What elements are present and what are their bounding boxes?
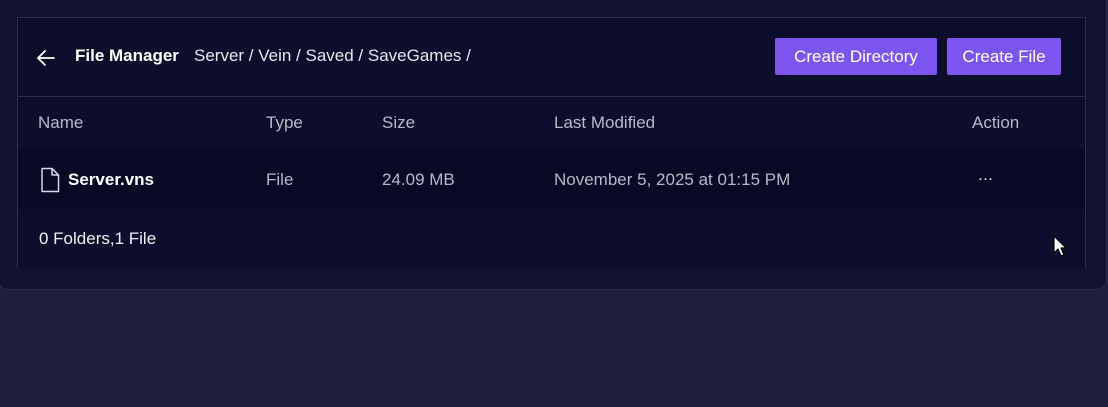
table-row[interactable]: Server.vns File 24.09 MB November 5, 202… [18,149,1085,209]
mouse-cursor-icon [1053,235,1067,257]
file-size: 24.09 MB [382,170,455,189]
file-name[interactable]: Server.vns [68,170,154,190]
file-manager-panel: File Manager Server / Vein / Saved / Sav… [17,17,1086,269]
more-actions-icon[interactable]: … [974,167,996,189]
column-header-action: Action [972,113,1020,132]
column-header-type[interactable]: Type [266,113,303,133]
folder-file-count: 0 Folders,1 File [39,229,157,248]
table-header: Name Type Size Last Modified Action [18,97,1085,149]
create-file-button[interactable]: Create File [947,38,1061,75]
breadcrumb[interactable]: Server / Vein / Saved / SaveGames / [194,46,471,66]
file-last-modified: November 5, 2025 at 01:15 PM [554,170,791,189]
table-footer: 0 Folders,1 File [18,209,1085,269]
create-directory-button[interactable]: Create Directory [775,38,937,75]
column-header-last-modified[interactable]: Last Modified [554,113,655,133]
file-icon [41,167,60,193]
column-header-name[interactable]: Name [38,113,83,133]
column-header-size[interactable]: Size [382,113,415,133]
file-manager-header: File Manager Server / Vein / Saved / Sav… [18,18,1085,97]
arrow-left-icon[interactable] [36,48,56,68]
file-type: File [266,170,294,189]
page-title: File Manager [75,46,179,65]
